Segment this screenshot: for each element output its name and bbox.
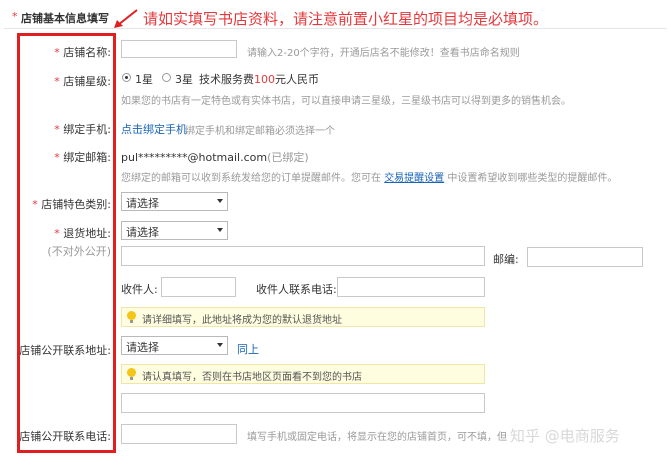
- receiver-input[interactable]: [161, 277, 236, 297]
- public-phone-hint: 填写手机或固定电话，将显示在您的店铺首页，可不填，但: [247, 432, 507, 443]
- same-as-above-link[interactable]: 同上: [237, 341, 259, 357]
- level-3-label: 3星: [175, 73, 193, 86]
- return-street-input[interactable]: [121, 246, 485, 266]
- public-address-label: 店铺公开联系地址:: [19, 344, 111, 357]
- bind-phone-link[interactable]: 点击绑定手机: [121, 121, 187, 137]
- level-3-radio[interactable]: [162, 73, 171, 82]
- lightbulb-icon: [127, 311, 136, 323]
- lightbulb-icon: [127, 368, 136, 380]
- bind-phone-label: * 绑定手机:: [54, 123, 111, 136]
- shop-name-hint: 请输入2-20个字符，开通后店名不能修改！查看书店命名规则: [247, 48, 520, 59]
- bind-phone-note: 绑定手机和绑定邮箱必须选择一个: [185, 126, 335, 137]
- bind-email-note: 您绑定的邮箱可以收到系统发给您的订单提醒邮件。您可在 交易提醒设置 中设置希望收…: [121, 173, 618, 184]
- receiver-label: 收件人:: [121, 283, 158, 296]
- watermark: 知乎 @电商服务: [510, 427, 620, 445]
- return-address-select[interactable]: 请选择: [121, 221, 228, 240]
- receiver-phone-label: 收件人联系电话:: [256, 283, 337, 296]
- annotation-text: 请如实填写书店资料，请注意前置小红星的项目均是必填项。: [143, 10, 549, 28]
- return-address-label: * 退货地址:: [54, 227, 111, 240]
- chevron-down-icon: [217, 199, 223, 203]
- shop-category-select[interactable]: 请选择: [121, 192, 228, 211]
- shop-level-note: 如果您的书店有一定特色或有实体书店，可以直接申请三星级，三星级书店可以得到更多的…: [121, 96, 571, 107]
- zip-label: 邮编:: [493, 253, 519, 266]
- public-phone-label: 店铺公开联系电话:: [19, 430, 111, 443]
- public-address-tip: 请认真填写，否则在书店地区页面看不到您的书店: [121, 364, 485, 384]
- public-phone-input[interactable]: [121, 424, 237, 444]
- shop-name-label: * 店铺名称:: [54, 46, 111, 59]
- receiver-phone-input[interactable]: [337, 277, 485, 297]
- bind-email-value: pul*********@hotmail.com(已绑定): [121, 151, 309, 164]
- level-1-radio[interactable]: [122, 73, 131, 82]
- level-1-label: 1星: [135, 73, 153, 86]
- return-address-sublabel: (不对外公开): [47, 245, 111, 258]
- annotation-arrow-icon: [114, 9, 138, 28]
- bind-email-label: * 绑定邮箱:: [54, 151, 111, 164]
- trade-reminder-link[interactable]: 交易提醒设置: [384, 173, 444, 184]
- public-address-select[interactable]: 请选择: [121, 336, 228, 355]
- shop-level-label: * 店铺星级:: [54, 75, 111, 88]
- chevron-down-icon: [217, 228, 223, 232]
- public-street-input[interactable]: [121, 393, 485, 413]
- required-mark: *: [12, 10, 18, 23]
- service-fee-text: 技术服务费100元人民币: [199, 73, 319, 86]
- shop-category-label: * 店铺特色类别:: [32, 198, 111, 211]
- section-title: 店铺基本信息填写: [21, 12, 109, 25]
- zip-input[interactable]: [527, 247, 643, 267]
- chevron-down-icon: [217, 343, 223, 347]
- shop-name-input[interactable]: [121, 40, 237, 58]
- return-address-tip: 请详细填写，此地址将成为您的默认退货地址: [121, 307, 485, 327]
